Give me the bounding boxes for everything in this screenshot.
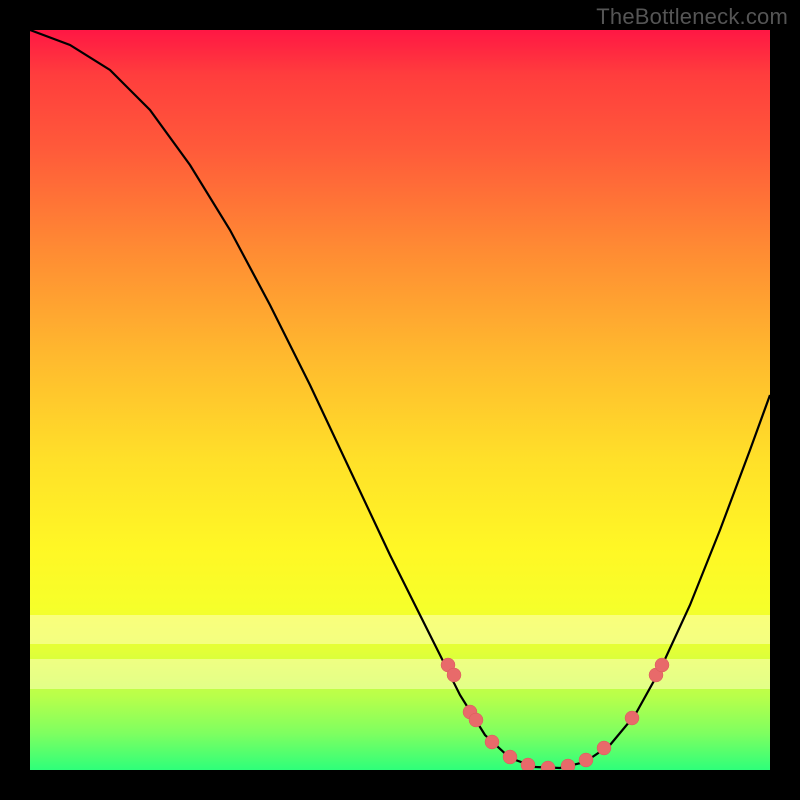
highlight-band xyxy=(30,615,770,645)
data-point xyxy=(521,758,535,770)
watermark-text: TheBottleneck.com xyxy=(596,4,788,30)
chart-frame: TheBottleneck.com xyxy=(0,0,800,800)
data-point xyxy=(579,753,593,767)
data-point xyxy=(469,713,483,727)
data-point xyxy=(597,741,611,755)
data-point xyxy=(541,761,555,770)
data-point xyxy=(625,711,639,725)
highlight-band xyxy=(30,659,770,689)
data-point xyxy=(463,705,477,719)
data-point xyxy=(561,759,575,770)
chart-plot-area xyxy=(30,30,770,770)
data-point xyxy=(485,735,499,749)
data-point xyxy=(503,750,517,764)
